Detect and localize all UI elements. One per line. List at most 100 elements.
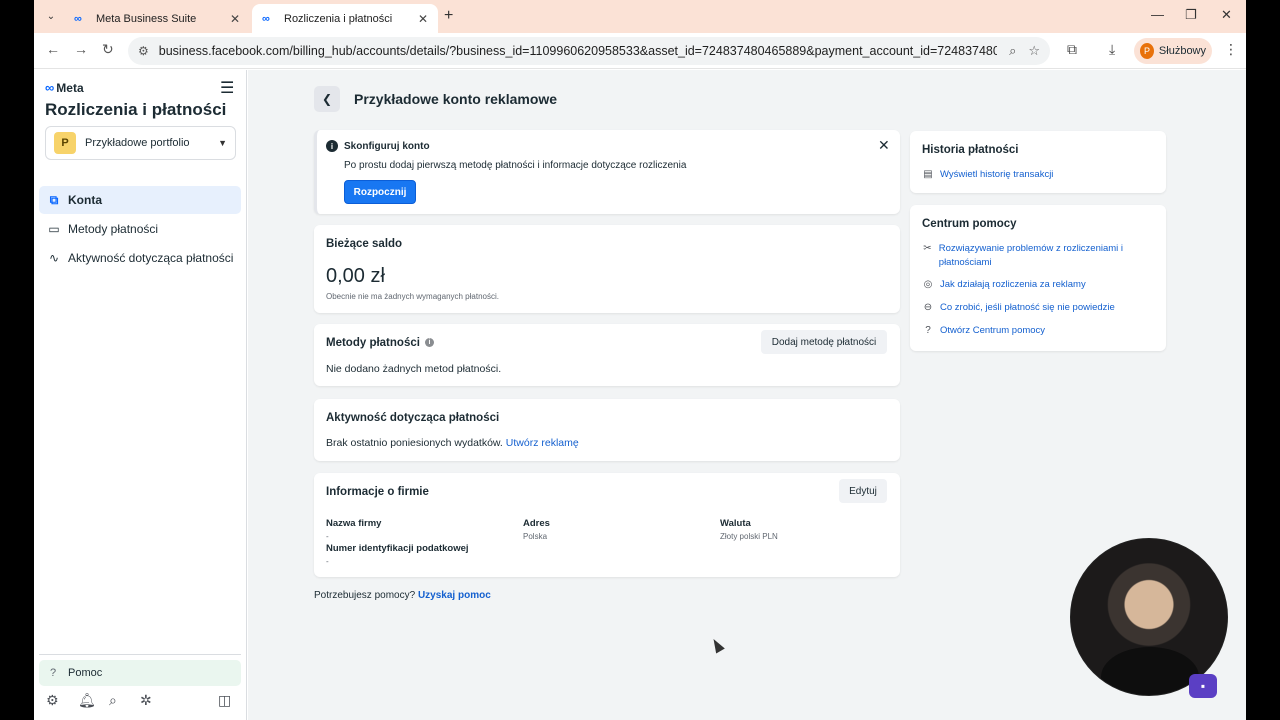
close-alert-icon[interactable]: ✕ (878, 137, 890, 154)
tax-id-field: Numer identyfikacji podatkowej - (326, 543, 469, 566)
balance-heading: Bieżące saldo (326, 238, 403, 250)
activity-text: Brak ostatnio poniesionych wydatków. (326, 437, 503, 449)
right-letterbox (1246, 0, 1280, 720)
profile-label: Służbowy (1158, 45, 1206, 57)
history-heading: Historia płatności (922, 144, 1019, 156)
view-transactions-link[interactable]: ▤ Wyświetl historię transakcji (922, 168, 1053, 182)
back-button[interactable]: ❮ (314, 86, 340, 112)
minimize-icon[interactable]: — (1151, 7, 1164, 22)
profile-button[interactable]: P Służbowy (1134, 38, 1212, 64)
url-text[interactable]: business.facebook.com/billing_hub/accoun… (159, 44, 997, 58)
left-letterbox (0, 0, 34, 720)
sidebar-help-button[interactable]: ? Pomoc (39, 660, 241, 686)
payment-methods-card: Metody płatności i Dodaj metodę płatności… (314, 324, 900, 386)
webcam-overlay (1070, 538, 1228, 696)
forward-icon[interactable]: → (74, 41, 88, 57)
setup-alert: i Skonfiguruj konto Po prostu dodaj pier… (314, 130, 900, 214)
payment-activity-card: Aktywność dotycząca płatności Brak ostat… (314, 399, 900, 461)
tab-meta-business-suite[interactable]: ∞ Meta Business Suite ✕ (64, 4, 250, 33)
help-link-troubleshooting[interactable]: ✂ Rozwiązywanie problemów z rozliczeniam… (922, 242, 1154, 270)
extensions-icon[interactable]: ⧉ (1067, 41, 1077, 58)
payment-history-card: Historia płatności ▤ Wyświetl historię t… (910, 131, 1166, 193)
meta-favicon-icon: ∞ (262, 12, 270, 25)
browser-window: ⌄ ∞ Meta Business Suite ✕ ∞ Rozliczenia … (34, 0, 1246, 720)
methods-heading-wrap: Metody płatności i (326, 337, 434, 349)
close-tab-icon[interactable]: ✕ (230, 12, 240, 26)
activity-icon: ∿ (48, 251, 60, 265)
collapse-sidebar-icon[interactable]: ◫ (218, 692, 231, 709)
balance-amount: 0,00 zł (326, 265, 385, 287)
activity-heading: Aktywność dotycząca płatności (326, 412, 500, 424)
bookmark-star-icon[interactable]: ☆ (1028, 43, 1040, 59)
question-circle-icon: ? (925, 325, 931, 336)
credit-card-icon: ▭ (48, 222, 60, 236)
help-center-card: Centrum pomocy ✂ Rozwiązywanie problemów… (910, 205, 1166, 351)
methods-empty-text: Nie dodano żadnych metod płatności. (326, 363, 502, 375)
info-icon[interactable]: i (424, 338, 434, 348)
download-icon[interactable]: ⤓ (1109, 41, 1115, 58)
question-icon: ? (49, 667, 57, 679)
chevron-left-icon: ❮ (321, 92, 333, 106)
help-link-how-billing-works[interactable]: ◎ Jak działają rozliczenia za reklamy (922, 278, 1086, 292)
minus-circle-icon: ⊖ (923, 302, 933, 313)
close-window-icon[interactable]: ✕ (1221, 7, 1232, 23)
create-ad-link[interactable]: Utwórz reklamę (506, 437, 579, 449)
help-link-open-help-center[interactable]: ? Otwórz Centrum pomocy (922, 324, 1045, 338)
help-link-failed-payment[interactable]: ⊖ Co zrobić, jeśli płatność się nie powi… (922, 301, 1115, 315)
add-payment-method-button[interactable]: Dodaj metodę płatności (761, 330, 887, 354)
tab-billing[interactable]: ∞ Rozliczenia i płatności ✕ (252, 4, 438, 33)
more-menu-icon[interactable]: ⋮ (1224, 41, 1238, 58)
sidebar-divider (39, 654, 241, 655)
notifications-bell-icon[interactable]: 🔔︎ (78, 692, 96, 709)
info-icon: i (326, 140, 338, 152)
close-tab-icon[interactable]: ✕ (418, 12, 428, 26)
chat-bubble-icon[interactable]: ▪ (1189, 674, 1217, 698)
back-icon[interactable]: ← (46, 41, 60, 57)
address-bar[interactable]: ⚙ business.facebook.com/billing_hub/acco… (128, 37, 1050, 65)
sidebar-item-payment-methods[interactable]: ▭ Metody płatności (39, 215, 241, 243)
balance-note: Obecnie nie ma żadnych wymaganych płatno… (326, 292, 499, 301)
search-icon[interactable]: ⌕ (109, 692, 117, 709)
meta-logo[interactable]: ∞ Meta (45, 80, 84, 95)
bug-report-icon[interactable]: ✲ (140, 692, 152, 709)
activity-text-wrap: Brak ostatnio poniesionych wydatków. Utw… (326, 437, 579, 449)
get-help-link[interactable]: Uzyskaj pomoc (418, 590, 491, 601)
zoom-icon[interactable]: ⌕ (1009, 43, 1016, 59)
sidebar-item-konta[interactable]: ⧉ Konta (39, 186, 241, 214)
portfolio-selector[interactable]: P Przykładowe portfolio ▼ (45, 126, 236, 160)
accounts-icon: ⧉ (49, 192, 59, 207)
meta-infinity-icon: ∞ (45, 80, 55, 95)
restore-icon[interactable]: ❐ (1185, 7, 1197, 23)
hamburger-menu-icon[interactable]: ☰ (220, 78, 234, 98)
methods-heading: Metody płatności (326, 337, 420, 349)
start-button[interactable]: Rozpocznij (344, 180, 416, 204)
alert-text: Po prostu dodaj pierwszą metodę płatnośc… (344, 160, 687, 171)
receipt-icon: ▤ (923, 169, 933, 180)
reload-icon[interactable]: ↻ (102, 41, 114, 58)
browser-toolbar: ← → ↻ ⚙ business.facebook.com/billing_hu… (34, 33, 1246, 69)
alert-heading: Skonfiguruj konto (344, 141, 430, 152)
company-name-field: Nazwa firmy - (326, 518, 382, 541)
edit-company-button[interactable]: Edytuj (839, 479, 887, 503)
tools-icon: ✂ (923, 243, 932, 254)
help-center-heading: Centrum pomocy (922, 218, 1017, 230)
meta-favicon-icon: ∞ (74, 12, 82, 25)
sidebar-title: Rozliczenia i płatności (45, 100, 227, 119)
currency-field: Waluta Złoty polski PLN (720, 518, 778, 541)
portfolio-badge: P (54, 132, 76, 154)
company-heading: Informacje o firmie (326, 486, 429, 498)
dropdown-caret-icon: ▼ (218, 138, 227, 148)
sidebar: ∞ Meta ☰ Rozliczenia i płatności P Przyk… (34, 70, 247, 720)
tab-search-icon[interactable]: ⌄ (40, 6, 62, 26)
tab-strip: ⌄ ∞ Meta Business Suite ✕ ∞ Rozliczenia … (34, 0, 1246, 33)
balance-card: Bieżące saldo 0,00 zł Obecnie nie ma żad… (314, 225, 900, 313)
sidebar-item-payment-activity[interactable]: ∿ Aktywność dotycząca płatności (39, 244, 241, 272)
address-field: Adres Polska (523, 518, 550, 541)
company-info-card: Informacje o firmie Edytuj Nazwa firmy -… (314, 473, 900, 577)
help-line: Potrzebujesz pomocy? Uzyskaj pomoc (314, 590, 491, 601)
settings-icon[interactable]: ⚙ (46, 692, 59, 709)
page-title: Przykładowe konto reklamowe (354, 91, 558, 107)
new-tab-icon[interactable]: + (444, 7, 453, 25)
profile-avatar: P (1140, 43, 1154, 59)
site-settings-icon[interactable]: ⚙ (138, 44, 149, 58)
